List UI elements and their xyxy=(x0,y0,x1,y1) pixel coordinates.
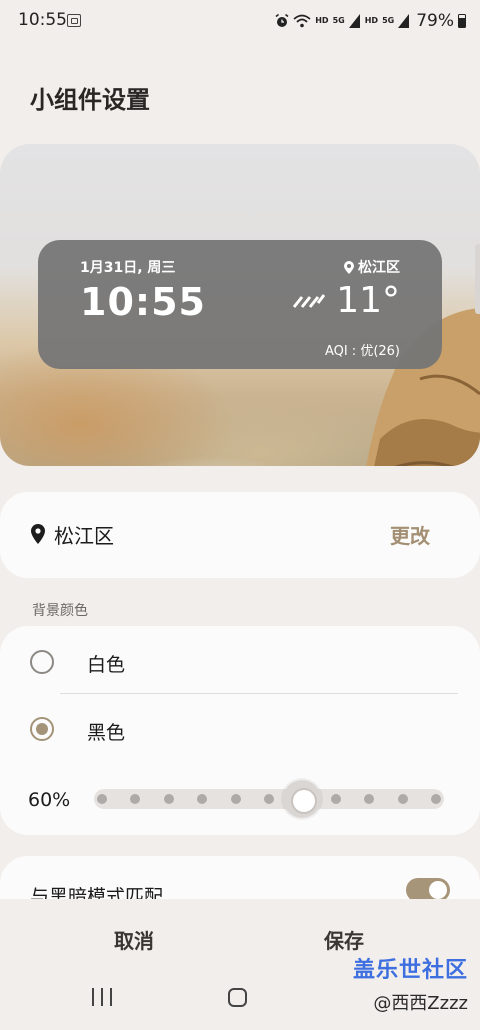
slider-tick xyxy=(397,794,408,804)
page-title: 小组件设置 xyxy=(30,86,150,114)
option-label-black[interactable]: 黑色 xyxy=(87,718,125,745)
battery-icon xyxy=(458,14,466,28)
signal-icon-1 xyxy=(348,14,360,28)
radio-white[interactable] xyxy=(30,650,54,674)
slider-tick xyxy=(230,794,241,804)
wifi-icon xyxy=(293,14,311,28)
5g-badge-1: 5G xyxy=(332,16,345,25)
slider-tick xyxy=(130,794,141,804)
hd-badge-1: HD xyxy=(315,16,329,25)
home-nav-icon[interactable] xyxy=(228,988,247,1007)
weather-clock-widget: 1月31日, 周三 10:55 松江区 11° AQI : 优(26) xyxy=(38,240,442,369)
scroll-indicator xyxy=(475,244,480,314)
widget-date: 1月31日, 周三 xyxy=(80,260,176,276)
status-bar: 10:55 HD 5G HD 5G 79% xyxy=(0,0,480,42)
slider-tick xyxy=(364,794,375,804)
widget-location: 松江区 xyxy=(344,257,400,277)
opacity-slider[interactable] xyxy=(94,780,444,818)
widget-temperature-value: 11° xyxy=(336,280,400,321)
alarm-icon xyxy=(275,14,289,27)
slider-tick xyxy=(330,794,341,804)
slider-tick xyxy=(197,794,208,804)
signal-icon-2 xyxy=(398,14,410,28)
recents-nav-icon[interactable] xyxy=(92,988,112,1006)
rain-icon xyxy=(293,293,326,308)
hd-badge-2: HD xyxy=(364,16,379,25)
widget-time: 10:55 xyxy=(80,280,206,324)
location-pin-icon xyxy=(31,524,45,544)
watermark: @西西Zzzz xyxy=(373,993,468,1014)
bottom-action-bar: 取消 保存 盖乐世社区 @西西Zzzz xyxy=(0,899,480,1030)
widget-preview: 1月31日, 周三 10:55 松江区 11° AQI : 优(26) xyxy=(0,144,480,466)
community-logo: 盖乐世社区 xyxy=(352,958,468,983)
5g-badge-2: 5G xyxy=(382,16,395,25)
slider-thumb[interactable] xyxy=(283,780,322,818)
battery-percent: 79% xyxy=(416,11,454,31)
widget-aqi: AQI : 优(26) xyxy=(324,344,400,359)
widget-temperature: 11° xyxy=(292,280,400,321)
location-name: 松江区 xyxy=(54,524,114,548)
change-location-button[interactable]: 更改 xyxy=(390,520,430,549)
background-color-card: 白色 黑色 60% xyxy=(0,626,480,835)
divider xyxy=(60,693,458,694)
cancel-button[interactable]: 取消 xyxy=(114,925,154,954)
slider-tick xyxy=(97,794,107,804)
status-time: 10:55 xyxy=(18,10,67,30)
slider-tick xyxy=(431,794,441,804)
location-card[interactable]: 松江区 更改 xyxy=(0,492,480,578)
slider-tick xyxy=(163,794,174,804)
save-button[interactable]: 保存 xyxy=(324,925,364,954)
slider-tick xyxy=(264,794,274,804)
option-label-white[interactable]: 白色 xyxy=(87,650,125,677)
screenshot-icon xyxy=(67,14,81,27)
status-icons: HD 5G HD 5G 79% xyxy=(275,10,466,32)
location-pin-icon xyxy=(344,260,354,274)
section-label-background-color: 背景颜色 xyxy=(32,603,88,619)
opacity-value: 60% xyxy=(28,789,71,811)
widget-location-label: 松江区 xyxy=(358,260,400,276)
radio-black[interactable] xyxy=(30,717,54,741)
